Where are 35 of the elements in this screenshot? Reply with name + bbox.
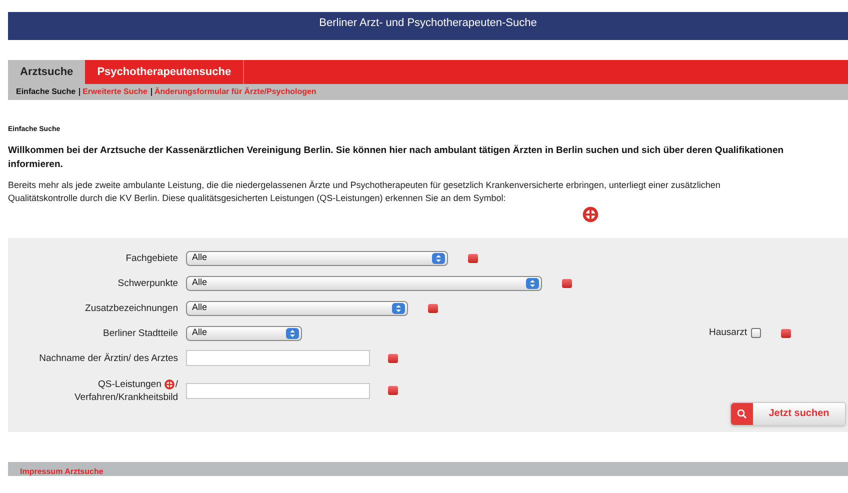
square-icon xyxy=(388,354,398,362)
field-label: Nachname der Ärztin/ des Arztes xyxy=(39,352,178,364)
text-input[interactable] xyxy=(186,382,370,398)
square-icon xyxy=(388,386,398,395)
text-input[interactable] xyxy=(186,350,370,366)
square-icon xyxy=(562,278,572,288)
search-icon xyxy=(737,408,747,418)
dropdown-arrows-icon xyxy=(526,278,539,288)
hausarzt-checkbox[interactable] xyxy=(751,328,761,338)
select-dropdown[interactable]: Alle xyxy=(186,326,302,340)
checkbox-label: Hausarzt xyxy=(708,326,747,340)
quality-seal-icon xyxy=(164,378,176,390)
select-dropdown[interactable]: Alle xyxy=(186,276,542,290)
field-label: Fachgebiete xyxy=(126,252,178,264)
square-icon xyxy=(428,304,438,312)
slash-text: / xyxy=(175,378,178,390)
intro-text: Willkommen bei der Arztsuche der Kassenärztlichen Vereinigung Berlin. Sie können hier nach ambulant tätigen Ärzten in Berlin suchen und sich über deren Qualifikationen informieren. xyxy=(8,144,785,172)
field-label: Berliner Stadtteile xyxy=(103,326,178,340)
search-button[interactable]: Jetzt suchen xyxy=(730,402,846,426)
dropdown-arrows-icon xyxy=(432,252,445,264)
info-text: Bereits mehr als jede zweite ambulante Leistung, die die niedergelassenen Ärzte und Psychotherapeuten für gesetzlich Krankenversicherte erbringen, unterliegt einer zusätzlichen Qualitätskontrolle durch die KV Berlin. Diese qualitätsgesicherten Leistungen (QS-Leistungen) erkennen Sie an dem Symbol: xyxy=(8,178,722,204)
tab[interactable]: Arztsuche xyxy=(8,60,86,84)
square-icon xyxy=(781,328,791,338)
subnav-link[interactable]: Einfache Suche xyxy=(16,86,76,98)
dropdown-arrows-icon xyxy=(286,328,299,338)
select-dropdown[interactable]: Alle xyxy=(186,300,408,316)
dropdown-arrows-icon xyxy=(392,302,405,314)
page-title: Berliner Arzt- und Psychotherapeuten-Suche xyxy=(319,16,537,31)
select-dropdown[interactable]: Alle xyxy=(186,250,448,266)
square-icon xyxy=(468,254,478,262)
field-label: QS-Leistungen xyxy=(98,378,162,390)
field-label: Zusatzbezeichnungen xyxy=(85,302,178,314)
field-label: Verfahren/Krankheitsbild xyxy=(74,390,178,404)
quality-seal-icon xyxy=(582,206,599,222)
field-label: Schwerpunkte xyxy=(118,276,178,290)
